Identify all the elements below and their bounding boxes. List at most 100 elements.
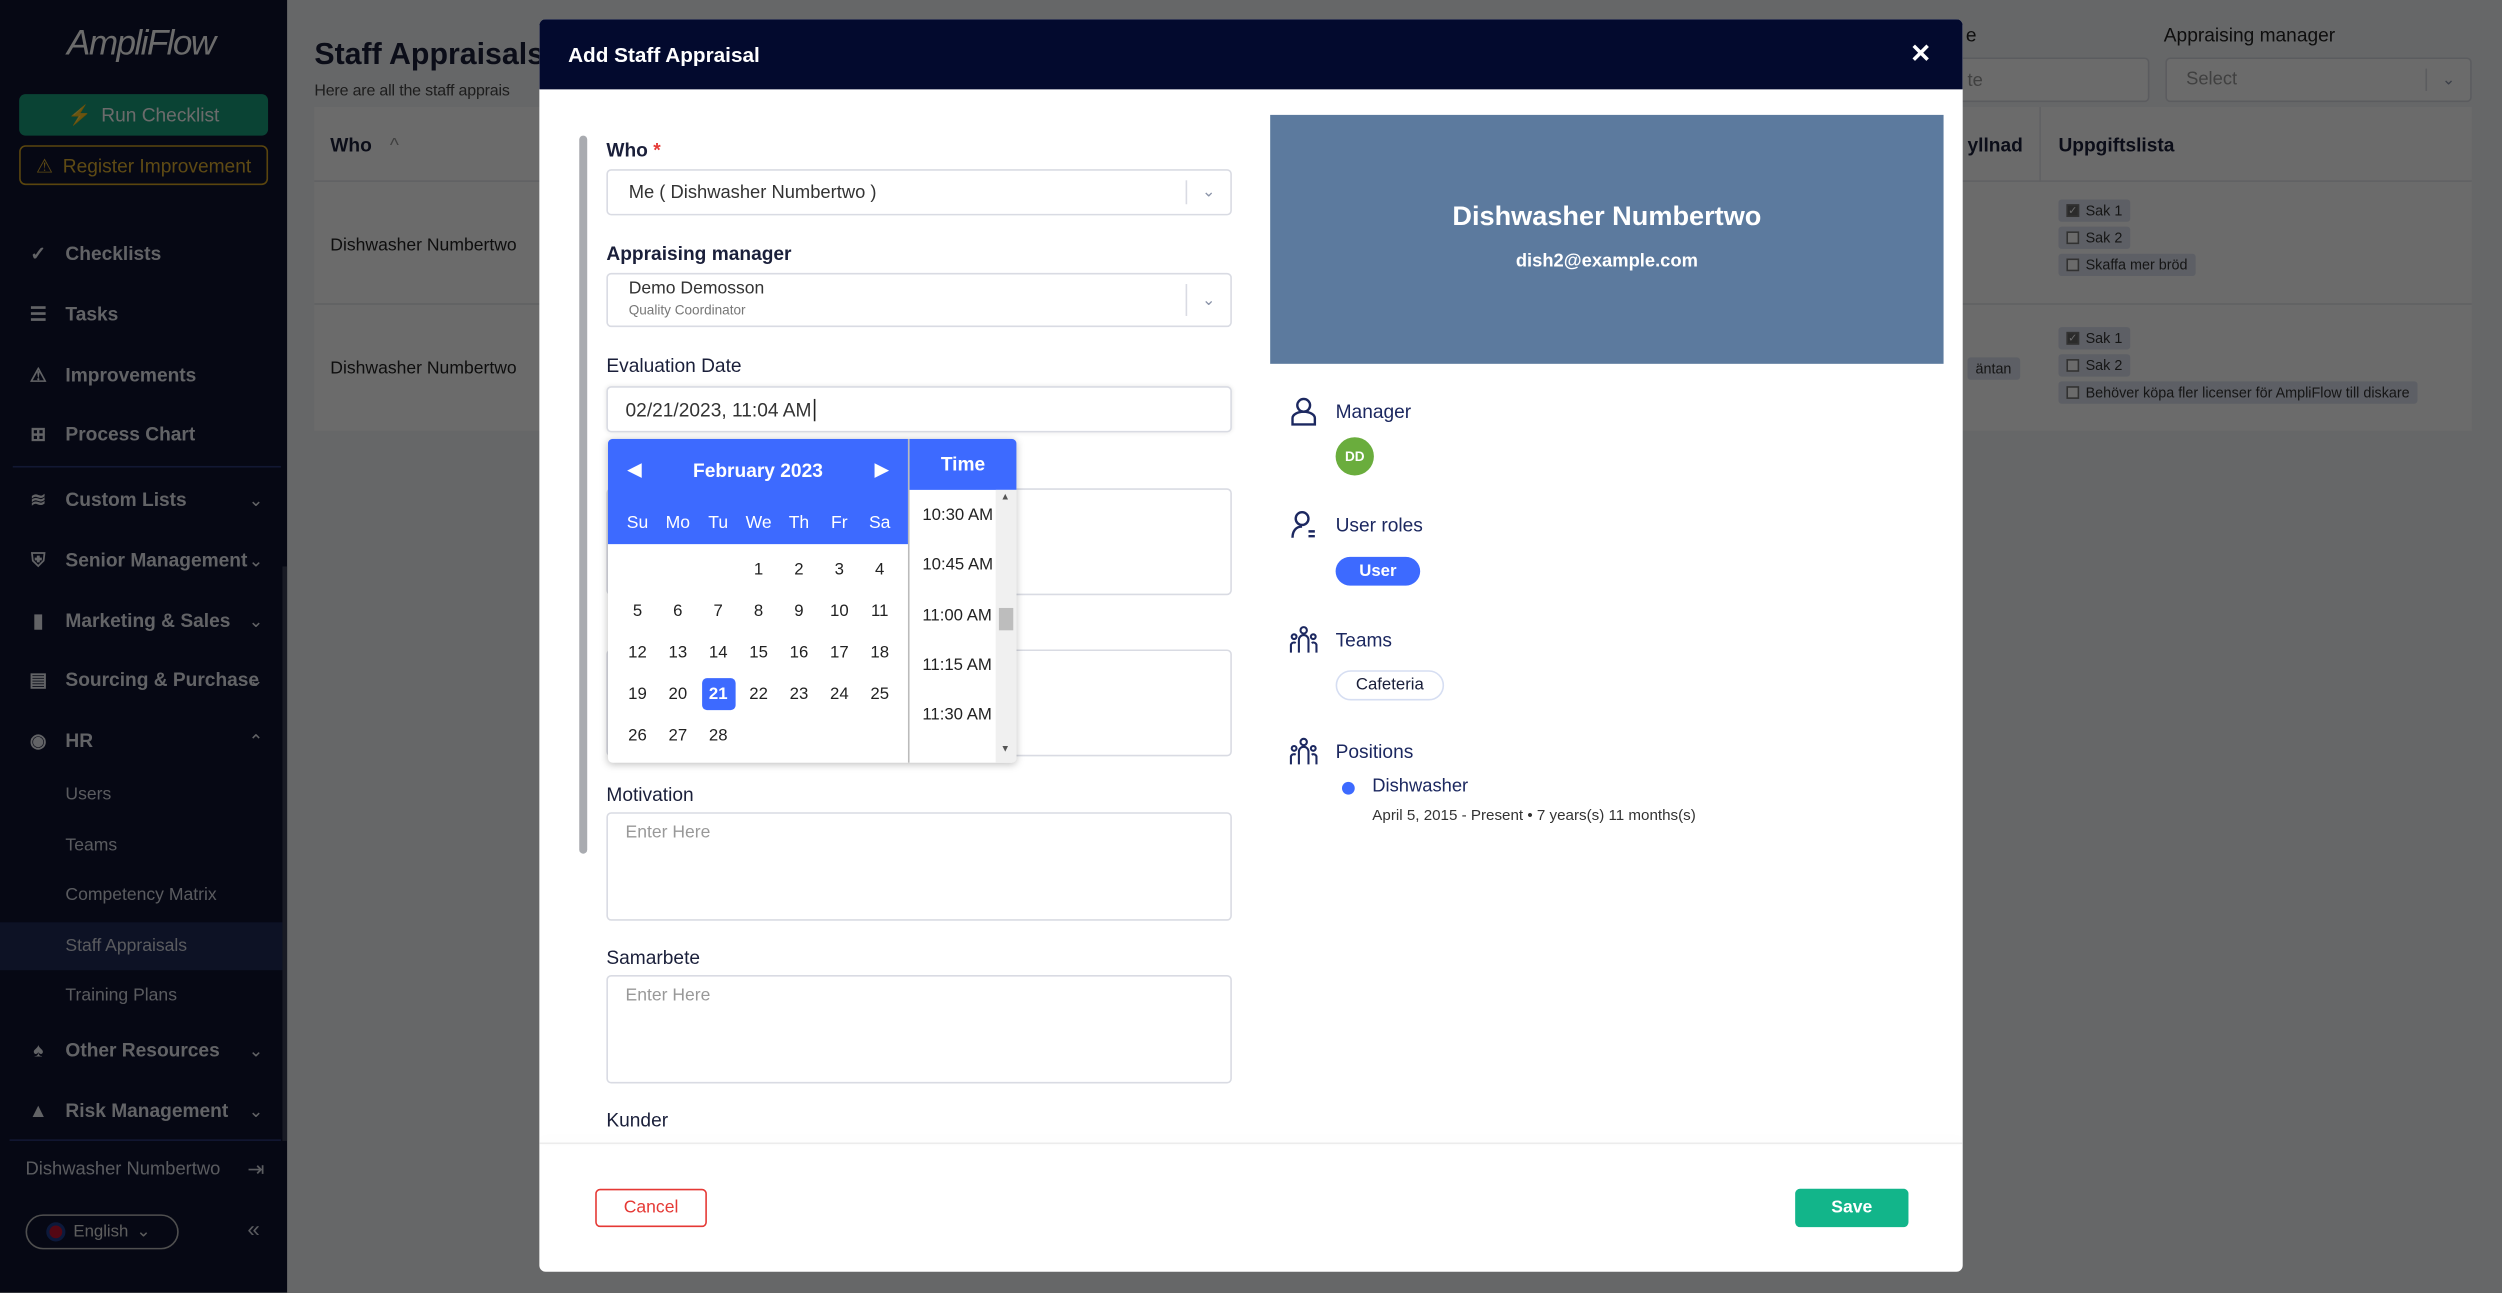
task-label: Behöver köpa fler licenser för AmpliFlow…: [2085, 384, 2410, 401]
task-item[interactable]: Sak 2: [2058, 354, 2131, 377]
scroll-thumb[interactable]: [998, 607, 1014, 631]
sidebar-subitem-teams[interactable]: Teams: [0, 822, 282, 870]
language-selector[interactable]: English ⌄: [25, 1214, 179, 1250]
megaphone-icon: ▮: [33, 609, 44, 632]
alarm-icon: ▲: [28, 1099, 48, 1122]
sidebar-item-hr[interactable]: ◉ HR ⌃: [0, 716, 287, 764]
positions-label: Positions: [1335, 740, 1414, 763]
calendar-day-selected[interactable]: 21: [701, 678, 735, 711]
calendar-day[interactable]: 6: [661, 595, 695, 627]
calendar-day[interactable]: 5: [621, 595, 655, 627]
task-item[interactable]: Skaffa mer bröd: [2058, 253, 2196, 277]
next-month-icon[interactable]: ▶: [874, 458, 889, 480]
column-header-uppgiftslista[interactable]: Uppgiftslista: [2058, 134, 2174, 156]
evaluation-date-input[interactable]: 02/21/2023, 11:04 AM: [606, 386, 1232, 433]
calendar-day[interactable]: 27: [661, 720, 695, 752]
task-item[interactable]: ✓ Sak 1: [2058, 199, 2131, 222]
run-checklist-button[interactable]: ⚡ Run Checklist: [19, 94, 269, 136]
sidebar-item-process-chart[interactable]: ⊞ Process Chart: [0, 410, 287, 458]
time-option[interactable]: 11:30 AM: [922, 706, 992, 725]
checkbox[interactable]: [2066, 359, 2080, 372]
time-option[interactable]: 10:30 AM: [922, 506, 993, 525]
checkbox[interactable]: [2066, 231, 2080, 245]
column-header-partial[interactable]: yllnad: [1967, 134, 2022, 156]
calendar-day[interactable]: 4: [863, 554, 897, 586]
calendar-day[interactable]: 22: [742, 678, 776, 710]
checkbox[interactable]: [2066, 386, 2080, 399]
sidebar-item-checklists[interactable]: ✓ Checklists: [0, 230, 287, 278]
sidebar-subitem-staff-appraisals[interactable]: Staff Appraisals: [0, 922, 283, 971]
filter-manager-select[interactable]: Select ⌄: [2165, 57, 2472, 103]
team-badge: Cafeteria: [1335, 670, 1445, 701]
calendar-day[interactable]: 17: [823, 637, 857, 669]
calendar-day[interactable]: 11: [863, 595, 897, 627]
calendar-day[interactable]: 25: [863, 678, 897, 710]
sidebar-subitem-training-plans[interactable]: Training Plans: [0, 972, 282, 1020]
time-option[interactable]: 11:15 AM: [922, 656, 992, 675]
time-option[interactable]: 11:00 AM: [922, 606, 992, 625]
close-icon[interactable]: ✕: [1910, 38, 1931, 70]
appraising-manager-select[interactable]: Demo Demosson Quality Coordinator ⌄: [606, 272, 1232, 328]
save-button[interactable]: Save: [1795, 1188, 1909, 1228]
time-header: Time: [909, 438, 1017, 490]
calendar-day[interactable]: 28: [701, 720, 735, 752]
calendar-day[interactable]: 18: [863, 637, 897, 669]
sidebar-item-senior-management[interactable]: ⛨ Senior Management ⌄: [0, 536, 287, 584]
samarbete-textarea[interactable]: Enter Here: [606, 974, 1232, 1084]
calendar-day[interactable]: 26: [621, 720, 655, 752]
calendar-day[interactable]: 9: [782, 595, 816, 627]
register-improvement-button[interactable]: ⚠ Register Improvement: [19, 145, 269, 186]
collapse-sidebar-icon[interactable]: «: [247, 1216, 259, 1242]
placeholder: Enter Here: [625, 823, 711, 843]
checkbox-checked[interactable]: ✓: [2066, 331, 2080, 345]
sidebar-item-tasks[interactable]: ☰ Tasks: [0, 290, 287, 338]
time-option[interactable]: 10:45 AM: [922, 556, 993, 575]
manager-icon: [1291, 397, 1317, 426]
sidebar-subitem-users[interactable]: Users: [0, 771, 282, 819]
sidebar-item-custom-lists[interactable]: ≋ Custom Lists ⌄: [0, 476, 287, 524]
calendar-day[interactable]: 7: [701, 595, 735, 627]
sidebar-item-marketing-sales[interactable]: ▮ Marketing & Sales ⌄: [0, 597, 287, 645]
samarbete-label: Samarbete: [606, 946, 701, 969]
manager-section-label: Manager: [1335, 400, 1412, 423]
calendar-day[interactable]: 23: [782, 678, 816, 710]
calendar-day[interactable]: 12: [621, 637, 655, 669]
sidebar-item-other-resources[interactable]: ♠ Other Resources ⌄: [0, 1026, 287, 1074]
task-item[interactable]: ✓ Sak 1: [2058, 327, 2131, 350]
sidebar-item-improvements[interactable]: ⚠ Improvements: [0, 351, 287, 399]
calendar-day[interactable]: 16: [782, 637, 816, 669]
form-scrollbar[interactable]: [579, 135, 588, 854]
calendar-day[interactable]: 3: [823, 554, 857, 586]
checkbox-checked[interactable]: ✓: [2066, 204, 2080, 218]
calendar-day[interactable]: 14: [701, 637, 735, 669]
calendar-day[interactable]: 1: [742, 554, 776, 586]
time-scrollbar[interactable]: ▲ ▼: [995, 489, 1017, 763]
calendar-day[interactable]: 13: [661, 637, 695, 669]
calendar-day[interactable]: 20: [661, 678, 695, 710]
calendar-day[interactable]: 10: [823, 595, 857, 627]
filter-date-input[interactable]: te: [1930, 57, 2150, 103]
logout-icon[interactable]: ⇥: [247, 1157, 264, 1183]
task-item[interactable]: Sak 2: [2058, 226, 2131, 249]
current-user: Dishwasher Numbertwo: [25, 1160, 221, 1180]
calendar-day[interactable]: 15: [742, 637, 776, 669]
sidebar-item-risk-management[interactable]: ▲ Risk Management ⌄: [0, 1087, 287, 1135]
calendar-day[interactable]: 8: [742, 595, 776, 627]
scroll-down-icon[interactable]: ▼: [1001, 745, 1010, 755]
task-item[interactable]: Behöver köpa fler licenser för AmpliFlow…: [2058, 381, 2418, 404]
motivation-textarea[interactable]: Enter Here: [606, 812, 1232, 921]
calendar-day[interactable]: 19: [621, 678, 655, 710]
checkbox[interactable]: [2066, 258, 2080, 272]
task-label: Skaffa mer bröd: [2085, 256, 2188, 273]
calendar-day[interactable]: 24: [823, 678, 857, 710]
who-label: Who *: [606, 139, 660, 161]
sort-up-icon[interactable]: ^: [390, 134, 399, 156]
who-select[interactable]: Me ( Dishwasher Numbertwo ) ⌄: [606, 169, 1232, 216]
cancel-button[interactable]: Cancel: [595, 1188, 707, 1228]
scroll-up-icon[interactable]: ▲: [1001, 493, 1010, 503]
calendar-day[interactable]: 2: [782, 554, 816, 586]
column-header-who[interactable]: Who ^: [330, 134, 399, 156]
manager-avatar[interactable]: DD: [1335, 437, 1374, 476]
sidebar-item-sourcing-purchase[interactable]: ▤ Sourcing & Purchase ⌄: [0, 656, 287, 704]
sidebar-subitem-competency-matrix[interactable]: Competency Matrix: [0, 871, 282, 919]
